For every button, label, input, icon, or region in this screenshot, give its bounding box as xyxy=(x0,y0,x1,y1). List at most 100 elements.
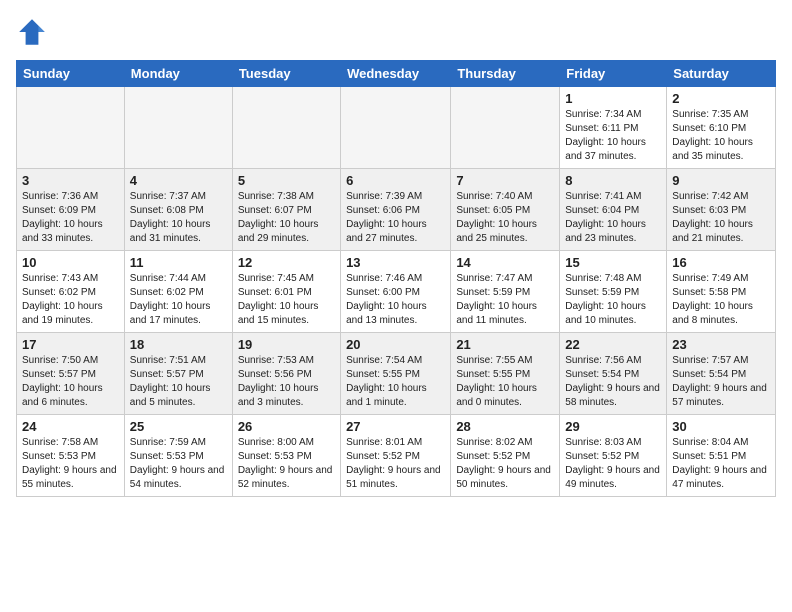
calendar-day-cell: 11 Sunrise: 7:44 AM Sunset: 6:02 PM Dayli… xyxy=(124,251,232,333)
day-number: 14 xyxy=(456,255,554,270)
day-number: 2 xyxy=(672,91,770,106)
day-info: Sunrise: 7:53 AM Sunset: 5:56 PM Dayligh… xyxy=(238,354,335,410)
calendar-day-cell: 28Sunrise: 8:02 AM Sunset: 5:52 PM Dayli… xyxy=(451,415,560,497)
day-number: 12 xyxy=(238,255,335,270)
calendar-day-cell: 24Sunrise: 7:58 AM Sunset: 5:53 PM Dayli… xyxy=(17,415,125,497)
page-header xyxy=(16,16,776,48)
day-number: 18 xyxy=(130,337,227,352)
day-info: Sunrise: 7:41 AM Sunset: 6:04 PM Dayligh… xyxy=(565,190,661,246)
day-number: 16 xyxy=(672,255,770,270)
calendar-day-cell: 18Sunrise: 7:51 AM Sunset: 5:57 PM Dayli… xyxy=(124,333,232,415)
day-info: Sunrise: 8:04 AM Sunset: 5:51 PM Dayligh… xyxy=(672,436,770,492)
day-info: Sunrise: 7:54 AM Sunset: 5:55 PM Dayligh… xyxy=(346,354,445,410)
day-info: Sunrise: 7:37 AM Sunset: 6:08 PM Dayligh… xyxy=(130,190,227,246)
weekday-header: Wednesday xyxy=(341,61,451,87)
calendar-day-cell: 10 Sunrise: 7:43 AM Sunset: 6:02 PM Dayli… xyxy=(17,251,125,333)
day-number: 19 xyxy=(238,337,335,352)
calendar-day-cell: 17Sunrise: 7:50 AM Sunset: 5:57 PM Dayli… xyxy=(17,333,125,415)
weekday-header: Monday xyxy=(124,61,232,87)
calendar-header-row: SundayMondayTuesdayWednesdayThursdayFrid… xyxy=(17,61,776,87)
calendar-week-row: 17Sunrise: 7:50 AM Sunset: 5:57 PM Dayli… xyxy=(17,333,776,415)
calendar-week-row: 3 Sunrise: 7:36 AM Sunset: 6:09 PM Daylig… xyxy=(17,169,776,251)
day-info: Sunrise: 8:01 AM Sunset: 5:52 PM Dayligh… xyxy=(346,436,445,492)
day-number: 23 xyxy=(672,337,770,352)
calendar-day-cell: 4 Sunrise: 7:37 AM Sunset: 6:08 PM Daylig… xyxy=(124,169,232,251)
day-info: Sunrise: 7:36 AM Sunset: 6:09 PM Dayligh… xyxy=(22,190,119,246)
calendar-day-cell: 15 Sunrise: 7:48 AM Sunset: 5:59 PM Dayli… xyxy=(560,251,667,333)
day-info: Sunrise: 8:03 AM Sunset: 5:52 PM Dayligh… xyxy=(565,436,661,492)
weekday-header: Thursday xyxy=(451,61,560,87)
calendar-day-cell: 27 Sunrise: 8:01 AM Sunset: 5:52 PM Dayli… xyxy=(341,415,451,497)
day-number: 11 xyxy=(130,255,227,270)
calendar-day-cell: 7 Sunrise: 7:40 AM Sunset: 6:05 PM Daylig… xyxy=(451,169,560,251)
day-number: 27 xyxy=(346,419,445,434)
calendar-day-cell: 23 Sunrise: 7:57 AM Sunset: 5:54 PM Dayli… xyxy=(667,333,776,415)
calendar-day-cell: 12Sunrise: 7:45 AM Sunset: 6:01 PM Dayli… xyxy=(232,251,340,333)
calendar-day-cell xyxy=(124,87,232,169)
calendar-day-cell: 3 Sunrise: 7:36 AM Sunset: 6:09 PM Daylig… xyxy=(17,169,125,251)
day-info: Sunrise: 7:46 AM Sunset: 6:00 PM Dayligh… xyxy=(346,272,445,328)
calendar-day-cell: 14 Sunrise: 7:47 AM Sunset: 5:59 PM Dayli… xyxy=(451,251,560,333)
day-info: Sunrise: 7:43 AM Sunset: 6:02 PM Dayligh… xyxy=(22,272,119,328)
day-number: 1 xyxy=(565,91,661,106)
calendar-table: SundayMondayTuesdayWednesdayThursdayFrid… xyxy=(16,60,776,497)
calendar-day-cell: 1Sunrise: 7:34 AM Sunset: 6:11 PM Daylig… xyxy=(560,87,667,169)
day-info: Sunrise: 7:56 AM Sunset: 5:54 PM Dayligh… xyxy=(565,354,661,410)
day-info: Sunrise: 7:42 AM Sunset: 6:03 PM Dayligh… xyxy=(672,190,770,246)
day-number: 7 xyxy=(456,173,554,188)
day-info: Sunrise: 7:49 AM Sunset: 5:58 PM Dayligh… xyxy=(672,272,770,328)
calendar-week-row: 24Sunrise: 7:58 AM Sunset: 5:53 PM Dayli… xyxy=(17,415,776,497)
calendar-day-cell: 13 Sunrise: 7:46 AM Sunset: 6:00 PM Dayli… xyxy=(341,251,451,333)
calendar-day-cell xyxy=(17,87,125,169)
day-info: Sunrise: 7:44 AM Sunset: 6:02 PM Dayligh… xyxy=(130,272,227,328)
day-info: Sunrise: 8:00 AM Sunset: 5:53 PM Dayligh… xyxy=(238,436,335,492)
day-number: 30 xyxy=(672,419,770,434)
day-number: 25 xyxy=(130,419,227,434)
day-number: 8 xyxy=(565,173,661,188)
calendar-day-cell: 9 Sunrise: 7:42 AM Sunset: 6:03 PM Daylig… xyxy=(667,169,776,251)
weekday-header: Sunday xyxy=(17,61,125,87)
calendar-day-cell xyxy=(451,87,560,169)
day-number: 4 xyxy=(130,173,227,188)
weekday-header: Friday xyxy=(560,61,667,87)
weekday-header: Saturday xyxy=(667,61,776,87)
calendar-week-row: 1Sunrise: 7:34 AM Sunset: 6:11 PM Daylig… xyxy=(17,87,776,169)
day-number: 3 xyxy=(22,173,119,188)
calendar-day-cell: 30 Sunrise: 8:04 AM Sunset: 5:51 PM Dayli… xyxy=(667,415,776,497)
calendar-week-row: 10 Sunrise: 7:43 AM Sunset: 6:02 PM Dayli… xyxy=(17,251,776,333)
day-number: 5 xyxy=(238,173,335,188)
day-info: Sunrise: 7:47 AM Sunset: 5:59 PM Dayligh… xyxy=(456,272,554,328)
day-number: 29 xyxy=(565,419,661,434)
day-number: 20 xyxy=(346,337,445,352)
calendar-day-cell: 20 Sunrise: 7:54 AM Sunset: 5:55 PM Dayli… xyxy=(341,333,451,415)
day-number: 10 xyxy=(22,255,119,270)
calendar-day-cell: 6 Sunrise: 7:39 AM Sunset: 6:06 PM Daylig… xyxy=(341,169,451,251)
calendar-day-cell: 2 Sunrise: 7:35 AM Sunset: 6:10 PM Daylig… xyxy=(667,87,776,169)
day-number: 9 xyxy=(672,173,770,188)
day-number: 22 xyxy=(565,337,661,352)
day-info: Sunrise: 7:48 AM Sunset: 5:59 PM Dayligh… xyxy=(565,272,661,328)
calendar-day-cell xyxy=(232,87,340,169)
logo xyxy=(16,16,52,48)
weekday-header: Tuesday xyxy=(232,61,340,87)
calendar-day-cell: 19 Sunrise: 7:53 AM Sunset: 5:56 PM Dayli… xyxy=(232,333,340,415)
day-info: Sunrise: 7:35 AM Sunset: 6:10 PM Dayligh… xyxy=(672,108,770,164)
calendar-day-cell: 16 Sunrise: 7:49 AM Sunset: 5:58 PM Dayli… xyxy=(667,251,776,333)
day-number: 13 xyxy=(346,255,445,270)
calendar-day-cell xyxy=(341,87,451,169)
calendar-day-cell: 5 Sunrise: 7:38 AM Sunset: 6:07 PM Daylig… xyxy=(232,169,340,251)
day-info: Sunrise: 7:50 AM Sunset: 5:57 PM Dayligh… xyxy=(22,354,119,410)
calendar-day-cell: 8 Sunrise: 7:41 AM Sunset: 6:04 PM Daylig… xyxy=(560,169,667,251)
day-number: 15 xyxy=(565,255,661,270)
day-number: 28 xyxy=(456,419,554,434)
day-info: Sunrise: 7:40 AM Sunset: 6:05 PM Dayligh… xyxy=(456,190,554,246)
calendar-day-cell: 22 Sunrise: 7:56 AM Sunset: 5:54 PM Dayli… xyxy=(560,333,667,415)
calendar-day-cell: 25Sunrise: 7:59 AM Sunset: 5:53 PM Dayli… xyxy=(124,415,232,497)
day-info: Sunrise: 7:55 AM Sunset: 5:55 PM Dayligh… xyxy=(456,354,554,410)
day-number: 6 xyxy=(346,173,445,188)
day-number: 24 xyxy=(22,419,119,434)
day-info: Sunrise: 7:38 AM Sunset: 6:07 PM Dayligh… xyxy=(238,190,335,246)
day-info: Sunrise: 7:39 AM Sunset: 6:06 PM Dayligh… xyxy=(346,190,445,246)
day-info: Sunrise: 7:57 AM Sunset: 5:54 PM Dayligh… xyxy=(672,354,770,410)
calendar-day-cell: 21Sunrise: 7:55 AM Sunset: 5:55 PM Dayli… xyxy=(451,333,560,415)
